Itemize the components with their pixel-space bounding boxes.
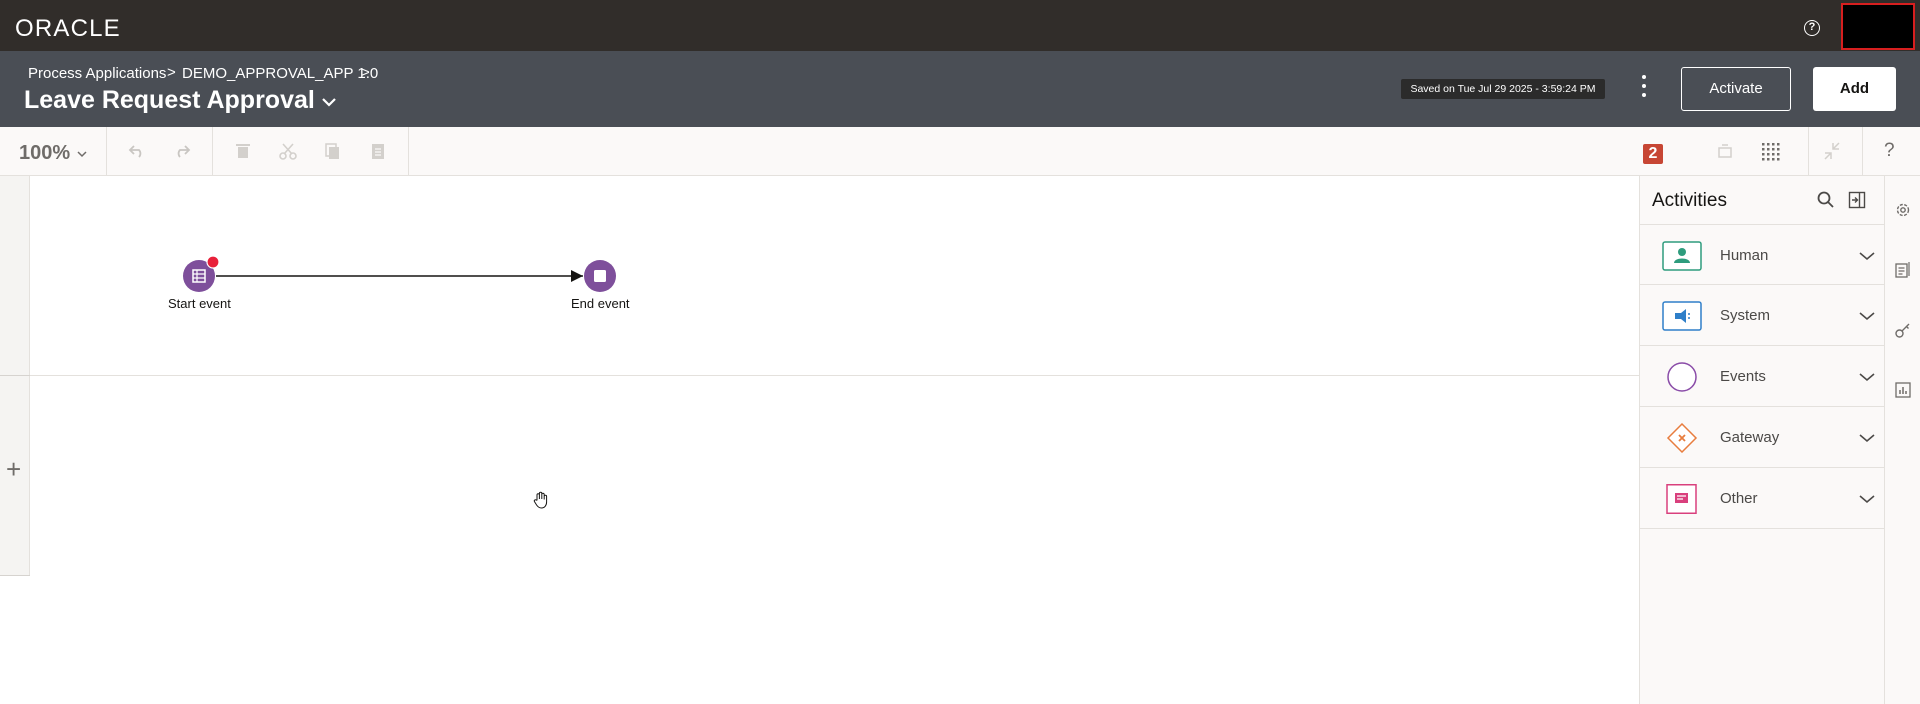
note-icon [1666,484,1697,514]
chart-icon[interactable] [1894,381,1912,399]
activity-category-system[interactable]: System [1640,285,1885,346]
activity-category-label: Events [1720,368,1766,385]
circle-event-icon [1667,362,1697,392]
more-options-icon[interactable] [1638,75,1650,99]
start-event-label: Start event [168,296,231,311]
toolbar-divider [1862,127,1863,176]
documents-icon[interactable] [1894,261,1912,279]
toolbar-divider [408,127,409,176]
redo-icon[interactable] [172,141,192,161]
paste-icon[interactable] [368,141,388,161]
lane-gutter-divider [0,375,30,376]
chevron-down-icon[interactable] [1859,494,1875,504]
add-button[interactable]: Add [1813,67,1896,111]
undo-icon[interactable] [127,141,147,161]
activity-category-other[interactable]: Other [1640,468,1885,529]
add-lane-icon[interactable]: + [6,456,21,482]
zoom-level[interactable]: 100% [19,142,70,165]
activity-category-label: Human [1720,247,1769,264]
collapse-icon[interactable] [1822,141,1842,161]
copy-icon[interactable] [323,141,343,161]
delete-icon[interactable] [233,141,253,161]
grid-icon[interactable] [1760,141,1780,161]
activity-category-label: Gateway [1720,429,1780,446]
properties-rail [1884,176,1920,704]
page-title: Leave Request Approval [24,86,315,114]
chevron-down-icon[interactable] [1859,311,1875,321]
help-icon[interactable]: ? [1804,20,1820,36]
chevron-down-icon[interactable] [1859,372,1875,382]
chevron-down-icon[interactable] [1859,251,1875,261]
toolbar-divider [212,127,213,176]
chevron-down-icon[interactable] [1859,433,1875,443]
breadcrumb-process-applications[interactable]: Process Applications [28,65,166,82]
gear-icon[interactable] [1894,201,1912,219]
activity-category-label: Other [1720,490,1758,507]
help-icon[interactable]: ? [1884,140,1895,162]
breadcrumb-separator: > [361,64,370,81]
cut-icon[interactable] [278,141,298,161]
app-header: Process Applications > DEMO_APPROVAL_APP… [0,51,1920,127]
oracle-logo: ORACLE [15,15,121,42]
activity-category-events[interactable]: Events [1640,346,1885,407]
error-indicator-icon[interactable] [206,255,220,269]
service-icon [1662,301,1702,331]
process-canvas[interactable]: + Start event End event [0,176,1639,704]
activity-category-gateway[interactable]: Gateway [1640,407,1885,468]
lane-gutter-divider [0,575,30,576]
sequence-flow-layer [216,270,583,282]
breadcrumb-separator: > [167,64,176,81]
editor-toolbar: 100% 2 ? [0,127,1920,176]
activities-panel-title: Activities [1652,190,1727,211]
saved-status-badge: Saved on Tue Jul 29 2025 - 3:59:24 PM [1401,79,1605,99]
user-avatar[interactable] [1841,3,1915,50]
end-event-label: End event [571,296,630,311]
chevron-down-icon[interactable] [320,93,338,111]
activate-button[interactable]: Activate [1681,67,1791,111]
toolbar-divider [106,127,107,176]
lane-divider [0,375,1639,376]
key-icon[interactable] [1894,321,1912,339]
toolbar-divider [1808,127,1809,176]
errors-count-badge[interactable]: 2 [1643,144,1663,164]
hand-cursor-icon [533,491,548,509]
end-event-node[interactable] [582,258,618,294]
collapse-panel-icon[interactable] [1847,190,1867,210]
top-bar: ORACLE ? [0,0,1920,51]
breadcrumb-app[interactable]: DEMO_APPROVAL_APP 1.0 [182,65,378,82]
activity-category-label: System [1720,307,1771,324]
activity-category-human[interactable]: Human [1640,224,1885,285]
align-icon[interactable] [1715,141,1735,161]
activities-panel: Activities Human System Events Gateway O… [1639,176,1885,704]
search-icon[interactable] [1816,190,1836,210]
chevron-down-icon[interactable] [77,149,87,159]
gateway-diamond-icon [1666,423,1698,453]
person-icon [1662,241,1702,271]
